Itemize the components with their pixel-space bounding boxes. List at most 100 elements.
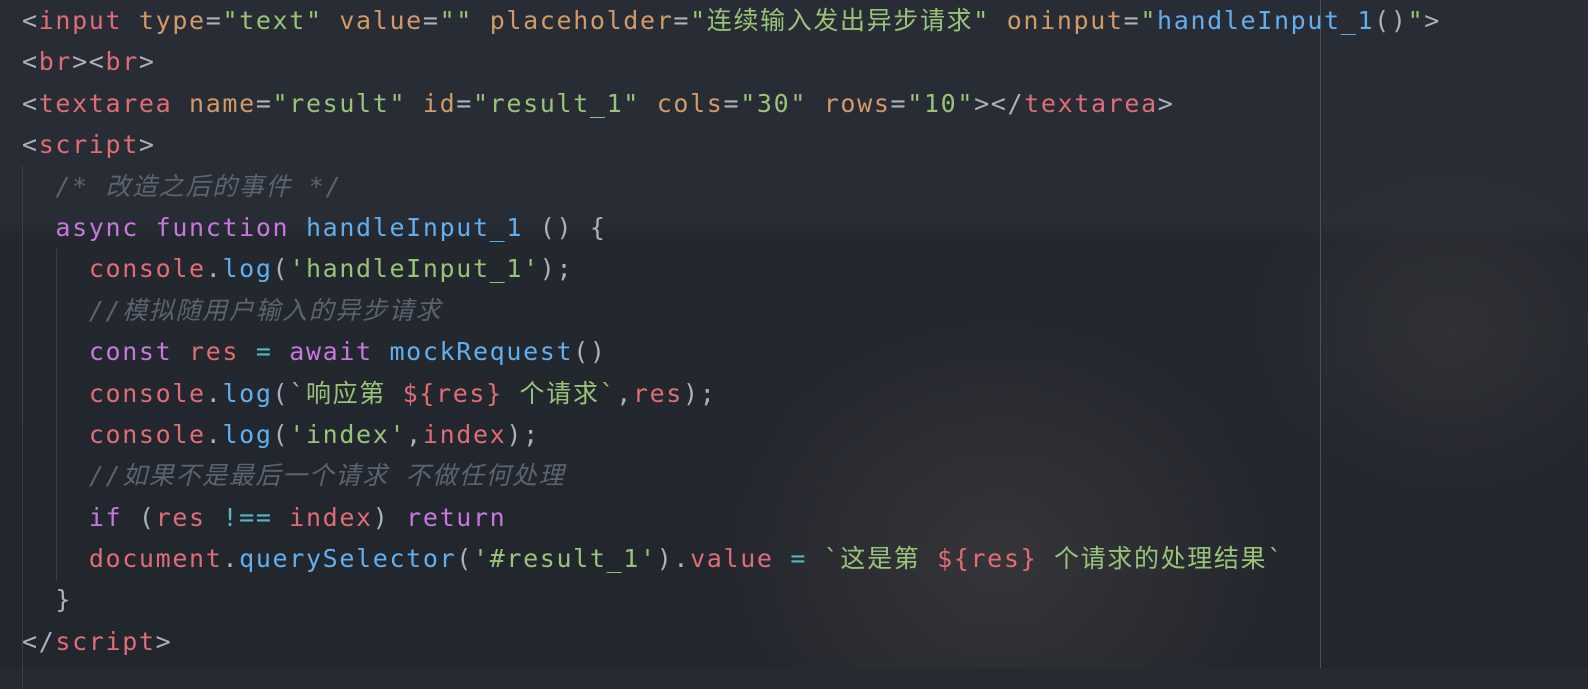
- token-string: `响应第: [289, 378, 403, 408]
- token-punctuation: =: [255, 88, 273, 118]
- token-punctuation: [273, 337, 290, 366]
- token-punctuation: (: [122, 502, 156, 532]
- code-line[interactable]: <textarea name="result" id="result_1" co…: [22, 83, 1441, 124]
- token-string: "连续输入发出异步请求": [690, 6, 991, 35]
- token-punctuation: >: [1424, 6, 1441, 35]
- token-string: 个请求的处理结果`: [1037, 544, 1284, 574]
- token-string: "10": [907, 88, 975, 118]
- token-identifier: console: [88, 378, 206, 408]
- token-identifier: ${res}: [937, 544, 1038, 574]
- token-function-name: log: [222, 419, 273, 449]
- token-punctuation: [373, 337, 390, 366]
- token-punctuation: [122, 6, 139, 35]
- token-punctuation: (: [272, 254, 290, 284]
- token-punctuation: <: [22, 130, 39, 160]
- token-punctuation: <: [22, 88, 39, 118]
- code-line[interactable]: const res = await mockRequest(): [22, 331, 1441, 372]
- code-line[interactable]: console.log('index',index);: [22, 414, 1441, 455]
- token-identifier: value: [690, 544, 774, 574]
- code-line[interactable]: /* 改造之后的事件 */: [22, 166, 1441, 207]
- token-punctuation: [774, 544, 791, 573]
- token-punctuation: (): [573, 337, 607, 367]
- code-line[interactable]: async function handleInput_1 () {: [22, 207, 1441, 248]
- code-editor[interactable]: <input type="text" value="" placeholder=…: [22, 0, 1441, 662]
- token-punctuation: >: [138, 47, 156, 77]
- token-string: 个请求`: [502, 378, 617, 408]
- token-string: "text": [222, 6, 323, 35]
- token-punctuation: (): [1374, 6, 1408, 35]
- token-tag-name: textarea: [38, 88, 173, 118]
- code-line[interactable]: console.log(`响应第 ${res} 个请求`,res);: [22, 373, 1441, 414]
- token-punctuation: (: [456, 544, 473, 574]
- code-line[interactable]: if (res !== index) return: [22, 497, 1441, 538]
- token-function-name: handleInput_1: [1157, 6, 1375, 35]
- token-string: 'handleInput_1': [289, 254, 540, 284]
- code-line[interactable]: <br><br>: [22, 41, 1441, 82]
- token-identifier: console: [88, 419, 206, 449]
- token-function-name: handleInput_1: [305, 212, 524, 242]
- token-string: '#result_1': [472, 544, 657, 574]
- token-operator: =: [255, 337, 273, 367]
- token-punctuation: =: [422, 6, 440, 35]
- token-string: "result": [272, 88, 407, 118]
- token-punctuation: );: [683, 378, 717, 408]
- code-line[interactable]: <script>: [22, 124, 1441, 165]
- token-punctuation: (: [272, 378, 290, 408]
- token-punctuation: ): [372, 502, 407, 532]
- token-punctuation: [406, 89, 423, 118]
- token-identifier: res: [189, 337, 240, 367]
- token-string: ": [1407, 6, 1425, 35]
- code-line[interactable]: document.querySelector('#result_1').valu…: [22, 538, 1441, 579]
- token-keyword: const: [88, 337, 173, 367]
- token-punctuation: );: [539, 254, 574, 284]
- token-punctuation: ><: [72, 47, 106, 77]
- token-punctuation: [473, 6, 490, 35]
- token-attribute-name: rows: [823, 88, 891, 118]
- token-punctuation: ,: [406, 419, 423, 449]
- token-attribute-name: oninput: [1006, 6, 1124, 35]
- token-punctuation: =: [456, 88, 473, 118]
- token-punctuation: [139, 213, 156, 242]
- token-punctuation: [172, 89, 189, 118]
- token-punctuation: >: [155, 626, 173, 656]
- code-line[interactable]: console.log('handleInput_1');: [22, 248, 1441, 289]
- token-punctuation: =: [1123, 6, 1141, 35]
- token-punctuation: ,: [616, 378, 633, 408]
- token-punctuation: [289, 213, 306, 242]
- token-tag-name: br: [38, 47, 73, 77]
- token-identifier: console: [88, 254, 206, 284]
- token-punctuation: .: [205, 378, 223, 408]
- code-line[interactable]: //模拟随用户输入的异步请求: [22, 290, 1441, 331]
- token-punctuation: [273, 503, 290, 532]
- token-keyword: await: [289, 337, 373, 367]
- token-comment: /* 改造之后的事件 */: [55, 171, 343, 201]
- token-punctuation: >: [138, 130, 156, 160]
- token-punctuation: ></: [974, 88, 1025, 118]
- token-tag-name: textarea: [1024, 88, 1158, 118]
- token-punctuation: =: [723, 88, 741, 118]
- token-punctuation: .: [205, 254, 223, 284]
- token-punctuation: <: [22, 6, 39, 35]
- token-punctuation: [172, 337, 189, 366]
- code-line[interactable]: </script>: [22, 621, 1441, 662]
- token-string: `这是第: [823, 544, 938, 574]
- code-line[interactable]: }: [22, 579, 1441, 620]
- token-attribute-name: id: [422, 88, 457, 118]
- token-punctuation: =: [673, 6, 691, 35]
- token-punctuation: [640, 89, 657, 118]
- token-punctuation: [206, 503, 223, 532]
- token-punctuation: =: [205, 6, 223, 35]
- token-punctuation: <: [22, 47, 39, 77]
- code-line[interactable]: //如果不是最后一个请求 不做任何处理: [22, 455, 1441, 496]
- token-keyword: if: [88, 502, 123, 532]
- token-identifier: index: [289, 502, 373, 532]
- token-comment: //模拟随用户输入的异步请求: [88, 295, 443, 325]
- token-attribute-name: value: [339, 6, 423, 35]
- token-attribute-name: type: [138, 6, 206, 35]
- token-comment: //如果不是最后一个请求 不做任何处理: [88, 461, 566, 491]
- token-attribute-name: placeholder: [489, 6, 674, 35]
- token-function-name: mockRequest: [389, 337, 574, 367]
- code-line[interactable]: <input type="text" value="" placeholder=…: [22, 0, 1441, 41]
- token-punctuation: () {: [523, 212, 607, 242]
- token-punctuation: =: [890, 88, 908, 118]
